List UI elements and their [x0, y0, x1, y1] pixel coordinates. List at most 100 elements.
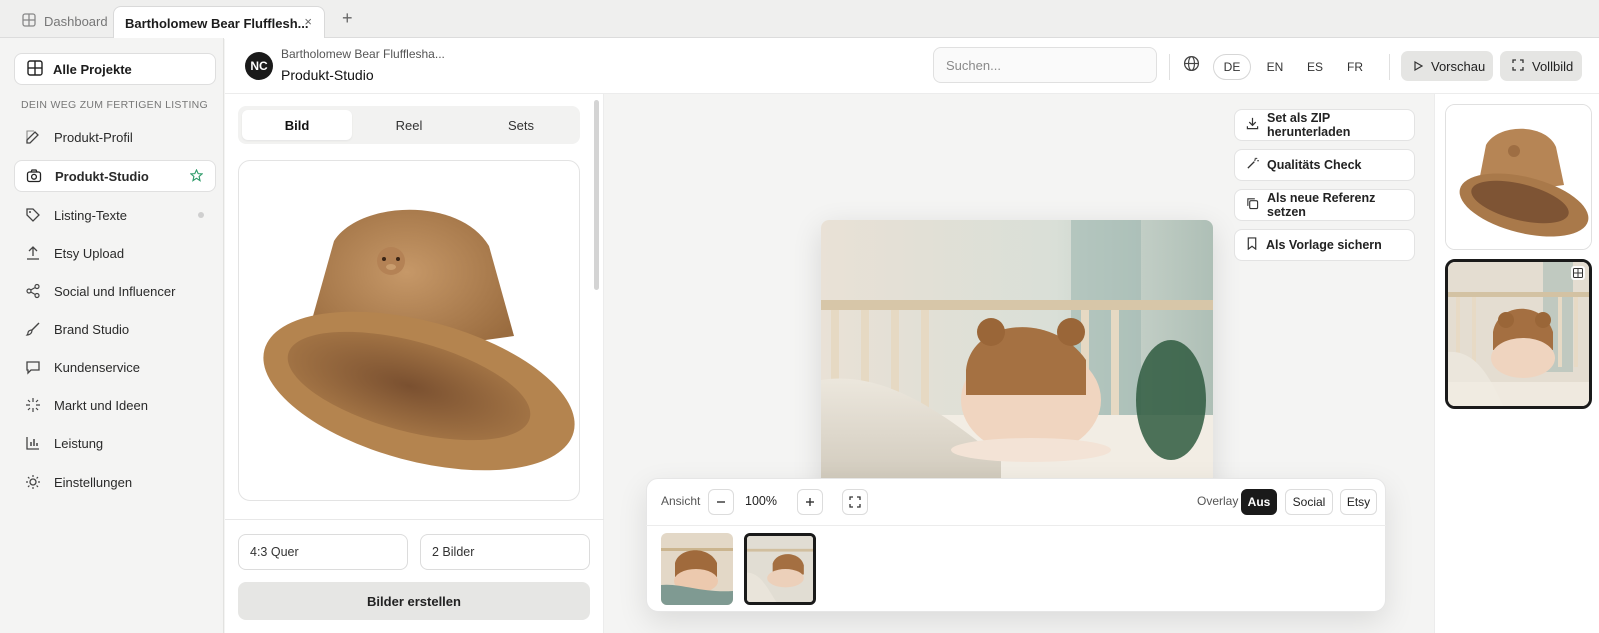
globe-icon[interactable] — [1183, 55, 1200, 75]
download-zip-button[interactable]: Set als ZIP herunterladen — [1234, 109, 1415, 141]
bookmark-icon — [1246, 237, 1258, 253]
star-icon — [189, 168, 204, 185]
camera-icon — [25, 167, 43, 185]
download-icon — [1246, 117, 1259, 133]
expand-icon — [849, 496, 861, 508]
edit-icon — [24, 128, 42, 146]
lang-en-button[interactable]: EN — [1256, 54, 1294, 80]
sidebar-item-label: Social und Influencer — [54, 283, 176, 299]
count-select[interactable]: 2 Bilder — [420, 534, 590, 570]
set-reference-button[interactable]: Als neue Referenz setzen — [1234, 189, 1415, 221]
quality-check-label: Qualitäts Check — [1267, 158, 1362, 172]
sidebar-item-label: Markt und Ideen — [54, 397, 148, 413]
toolbar-divider — [646, 525, 1386, 526]
preview-label: Vorschau — [1431, 58, 1486, 74]
overlay-etsy-button[interactable]: Etsy — [1340, 489, 1377, 515]
play-icon — [1413, 59, 1424, 74]
sidebar-section-label: DEIN WEG ZUM FERTIGEN LISTING — [21, 99, 209, 111]
sidebar-item-markt-ideen[interactable]: Markt und Ideen — [14, 389, 216, 421]
zoom-out-button[interactable] — [708, 489, 734, 515]
create-images-button[interactable]: Bilder erstellen — [238, 582, 590, 620]
sidebar-item-label: Etsy Upload — [54, 245, 125, 261]
sidebar-item-listing-texte[interactable]: Listing-Texte — [14, 199, 216, 231]
sidebar-item-label: Produkt-Studio — [55, 168, 149, 184]
reference-card-product[interactable] — [1445, 104, 1592, 250]
lang-es-button[interactable]: ES — [1296, 54, 1334, 80]
overlay-label: Overlay — [1197, 494, 1239, 508]
format-select[interactable]: 4:3 Quer — [238, 534, 408, 570]
add-tab-button[interactable]: + — [342, 8, 353, 29]
tab-reel[interactable]: Reel — [354, 110, 464, 140]
sidebar-item-einstellungen[interactable]: Einstellungen — [14, 466, 216, 498]
expand-icon — [1512, 58, 1524, 74]
save-template-label: Als Vorlage sichern — [1266, 238, 1382, 252]
tab-dashboard-label: Dashboard — [44, 13, 108, 29]
sidebar-item-label: Leistung — [54, 435, 104, 451]
sidebar-item-social[interactable]: Social und Influencer — [14, 275, 216, 307]
zoom-level: 100% — [745, 494, 777, 508]
set-reference-label: Als neue Referenz setzen — [1267, 191, 1376, 219]
header-divider — [1389, 54, 1390, 80]
download-zip-label: Set als ZIP herunterladen — [1267, 111, 1351, 139]
tab-active-label: Bartholomew Bear Flufflesh... — [125, 15, 309, 31]
product-hat-image — [263, 209, 575, 471]
brush-icon — [24, 320, 42, 338]
dashboard-grid-icon — [22, 12, 36, 30]
overlay-social-button[interactable]: Social — [1285, 489, 1333, 515]
sidebar-item-brand-studio[interactable]: Brand Studio — [14, 313, 216, 345]
sidebar-item-label: Produkt-Profil — [54, 129, 133, 145]
zoom-in-button[interactable] — [797, 489, 823, 515]
sidebar-item-label: Brand Studio — [54, 321, 130, 337]
sidebar-item-produkt-studio[interactable]: Produkt-Studio — [14, 160, 216, 192]
reference-scene-image — [1448, 262, 1589, 406]
upload-icon — [24, 244, 42, 262]
thumbnail-image — [747, 536, 813, 602]
lang-de-button[interactable]: DE — [1213, 54, 1251, 80]
sidebar-item-kundenservice[interactable]: Kundenservice — [14, 351, 216, 383]
sidebar-item-etsy-upload[interactable]: Etsy Upload — [14, 237, 216, 269]
reference-card-scene-selected[interactable] — [1445, 259, 1592, 409]
overlay-off-button[interactable]: Aus — [1241, 489, 1277, 515]
main-preview-image[interactable] — [821, 220, 1213, 490]
thumbnail-2-selected[interactable] — [744, 533, 816, 605]
project-name: Bartholomew Bear Fluffleshа... — [281, 47, 445, 61]
sun-gear-icon — [24, 473, 42, 491]
sidebar-item-produkt-profil[interactable]: Produkt-Profil — [14, 121, 216, 153]
baby-crib-photo — [821, 220, 1213, 490]
quality-check-button[interactable]: Qualitäts Check — [1234, 149, 1415, 181]
minus-icon — [717, 501, 725, 503]
fit-view-button[interactable] — [842, 489, 868, 515]
chat-icon — [24, 358, 42, 376]
all-projects-button[interactable]: Alle Projekte — [14, 53, 216, 85]
left-panel-scrollbar[interactable] — [594, 100, 599, 290]
header-divider — [1169, 54, 1170, 80]
plus-icon — [806, 498, 814, 506]
magic-wand-icon — [1246, 157, 1259, 173]
fullscreen-button[interactable]: Vollbild — [1500, 51, 1582, 81]
reference-hat-image — [1446, 105, 1591, 249]
bar-chart-icon — [24, 434, 42, 452]
grid-icon — [27, 59, 43, 79]
search-input[interactable] — [933, 47, 1157, 83]
view-label: Ansicht — [661, 494, 701, 508]
tab-active-project[interactable]: Bartholomew Bear Flufflesh... × — [113, 6, 325, 39]
close-tab-icon[interactable]: × — [304, 14, 312, 29]
save-template-button[interactable]: Als Vorlage sichern — [1234, 229, 1415, 261]
copy-icon — [1246, 197, 1259, 213]
thumbnail-1[interactable] — [661, 533, 733, 605]
share-icon — [24, 282, 42, 300]
grid-icon[interactable] — [1571, 266, 1585, 280]
tab-sets[interactable]: Sets — [466, 110, 576, 140]
fullscreen-label: Vollbild — [1532, 58, 1574, 74]
status-dot — [198, 212, 204, 218]
tab-bild[interactable]: Bild — [242, 110, 352, 140]
thumbnail-image — [661, 533, 733, 605]
sparkle-icon — [24, 396, 42, 414]
product-image-card[interactable] — [238, 160, 580, 501]
page-title: Produkt-Studio — [281, 67, 374, 83]
lang-fr-button[interactable]: FR — [1336, 54, 1374, 80]
tab-dashboard[interactable]: Dashboard — [22, 11, 108, 31]
sidebar-item-label: Einstellungen — [54, 474, 133, 490]
sidebar-item-leistung[interactable]: Leistung — [14, 427, 216, 459]
preview-button[interactable]: Vorschau — [1401, 51, 1493, 81]
